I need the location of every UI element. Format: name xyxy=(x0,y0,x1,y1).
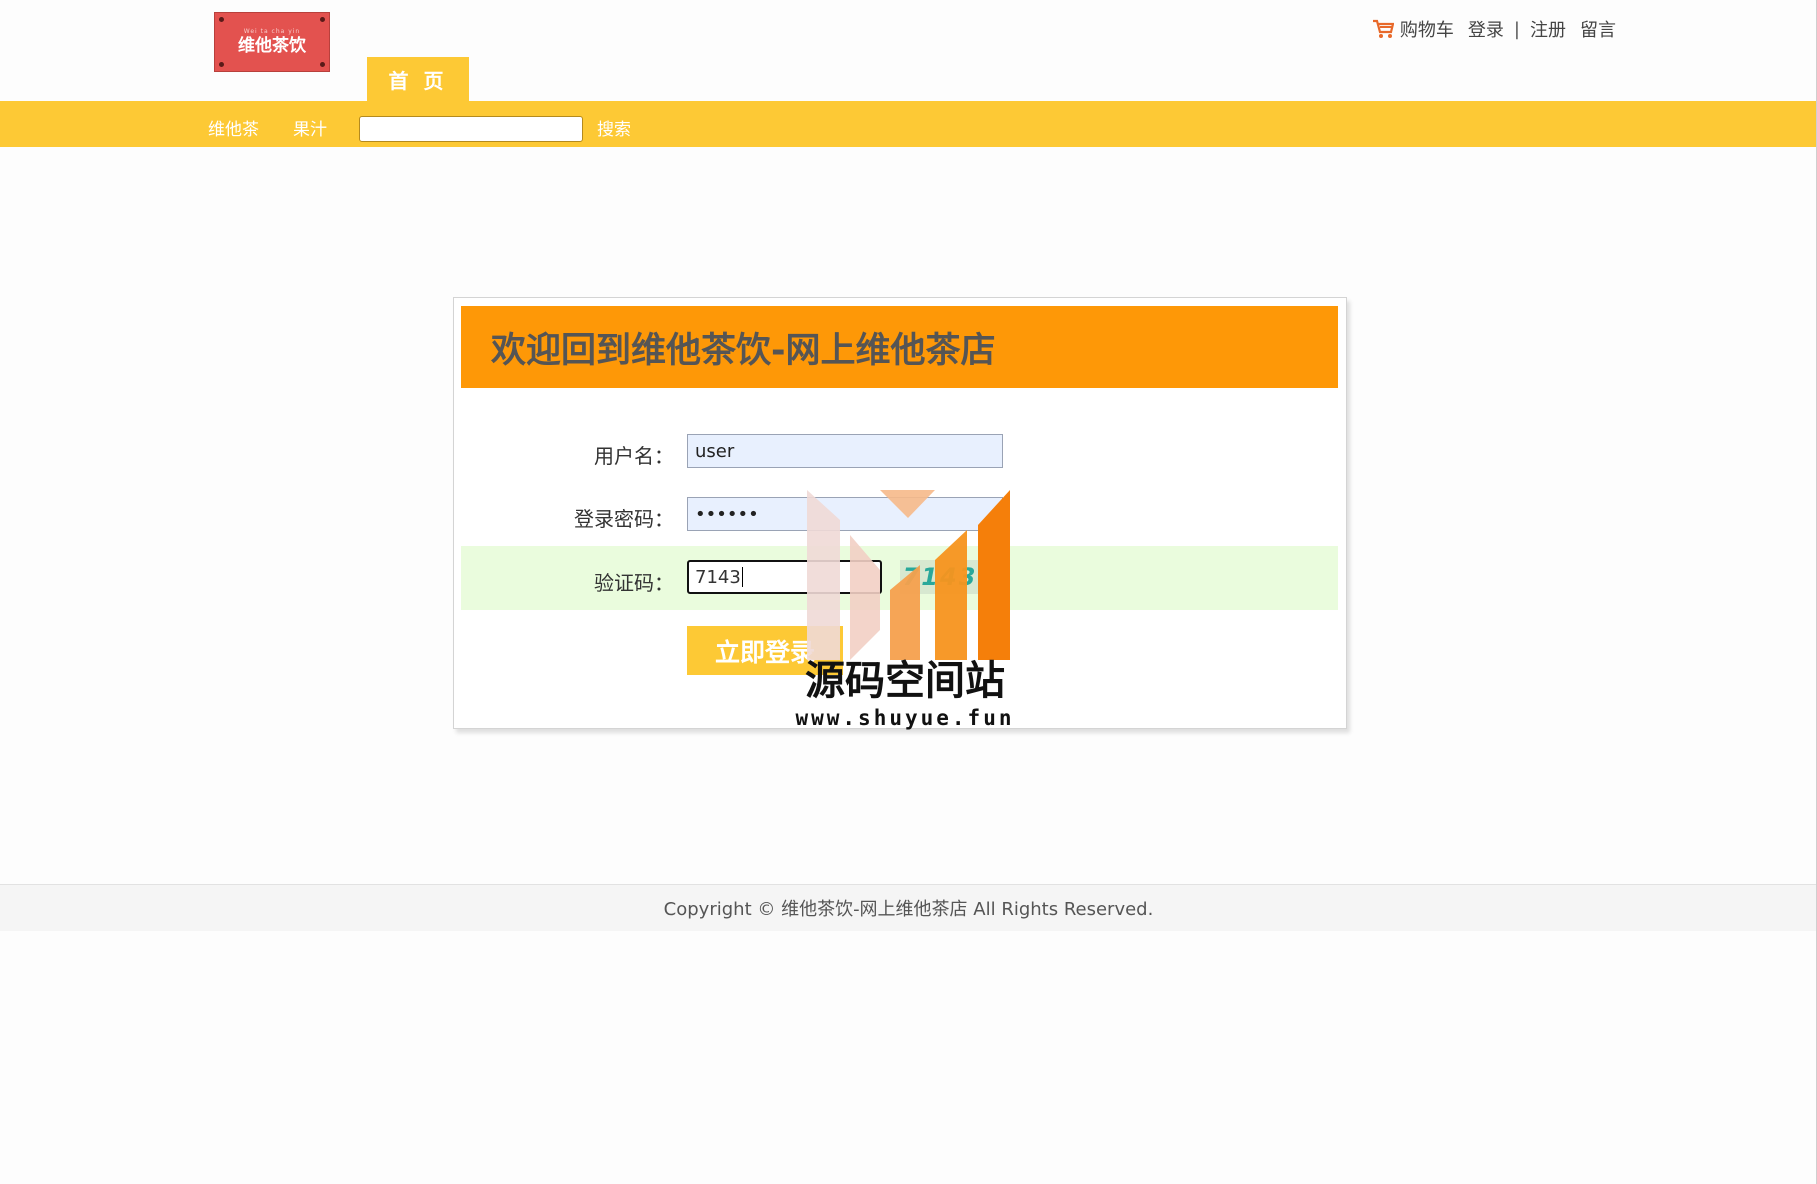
cart-label: 购物车 xyxy=(1399,20,1454,41)
logo-text: 维他茶饮 xyxy=(238,36,306,56)
logo-rivet xyxy=(219,17,224,22)
nav-item-tea[interactable]: 维他茶 xyxy=(208,115,259,140)
text-caret xyxy=(741,567,743,587)
logo-rivet xyxy=(219,62,224,67)
tab-home[interactable]: 首 页 xyxy=(367,57,469,102)
logo-rivet xyxy=(320,17,325,22)
register-link[interactable]: 注册 xyxy=(1530,16,1566,42)
nav-item-juice[interactable]: 果汁 xyxy=(293,115,327,140)
copyright-text: Copyright © 维他茶饮-网上维他茶店 All Rights Reser… xyxy=(663,899,1154,920)
logo-subtext: Wei ta cha yin xyxy=(243,28,301,35)
footer: Copyright © 维他茶饮-网上维他茶店 All Rights Reser… xyxy=(0,884,1817,931)
captcha-label: 验证码： xyxy=(594,571,674,595)
nav-bar xyxy=(0,101,1817,147)
logo-rivet xyxy=(320,62,325,67)
watermark-url: www.shuyue.fun xyxy=(795,706,1015,730)
link-separator: | xyxy=(1513,18,1520,40)
username-label: 用户名： xyxy=(594,444,674,468)
search-link[interactable]: 搜索 xyxy=(597,115,631,140)
cart-link[interactable]: 购物车 xyxy=(1372,16,1454,42)
cart-icon xyxy=(1372,19,1394,38)
site-logo[interactable]: Wei ta cha yin 维他茶饮 xyxy=(214,12,330,72)
search-input[interactable] xyxy=(359,116,583,142)
login-title: 欢迎回到维他茶饮-网上维他茶店 xyxy=(491,330,996,371)
top-links: 购物车 登录 | 注册 留言 xyxy=(1372,16,1616,42)
password-label: 登录密码： xyxy=(574,507,674,531)
message-link[interactable]: 留言 xyxy=(1580,16,1616,42)
captcha-field-value: 7143 xyxy=(695,566,741,588)
login-link[interactable]: 登录 xyxy=(1468,16,1504,42)
watermark-title: 源码空间站 xyxy=(805,658,1005,704)
login-header: 欢迎回到维他茶饮-网上维他茶店 xyxy=(461,306,1338,388)
